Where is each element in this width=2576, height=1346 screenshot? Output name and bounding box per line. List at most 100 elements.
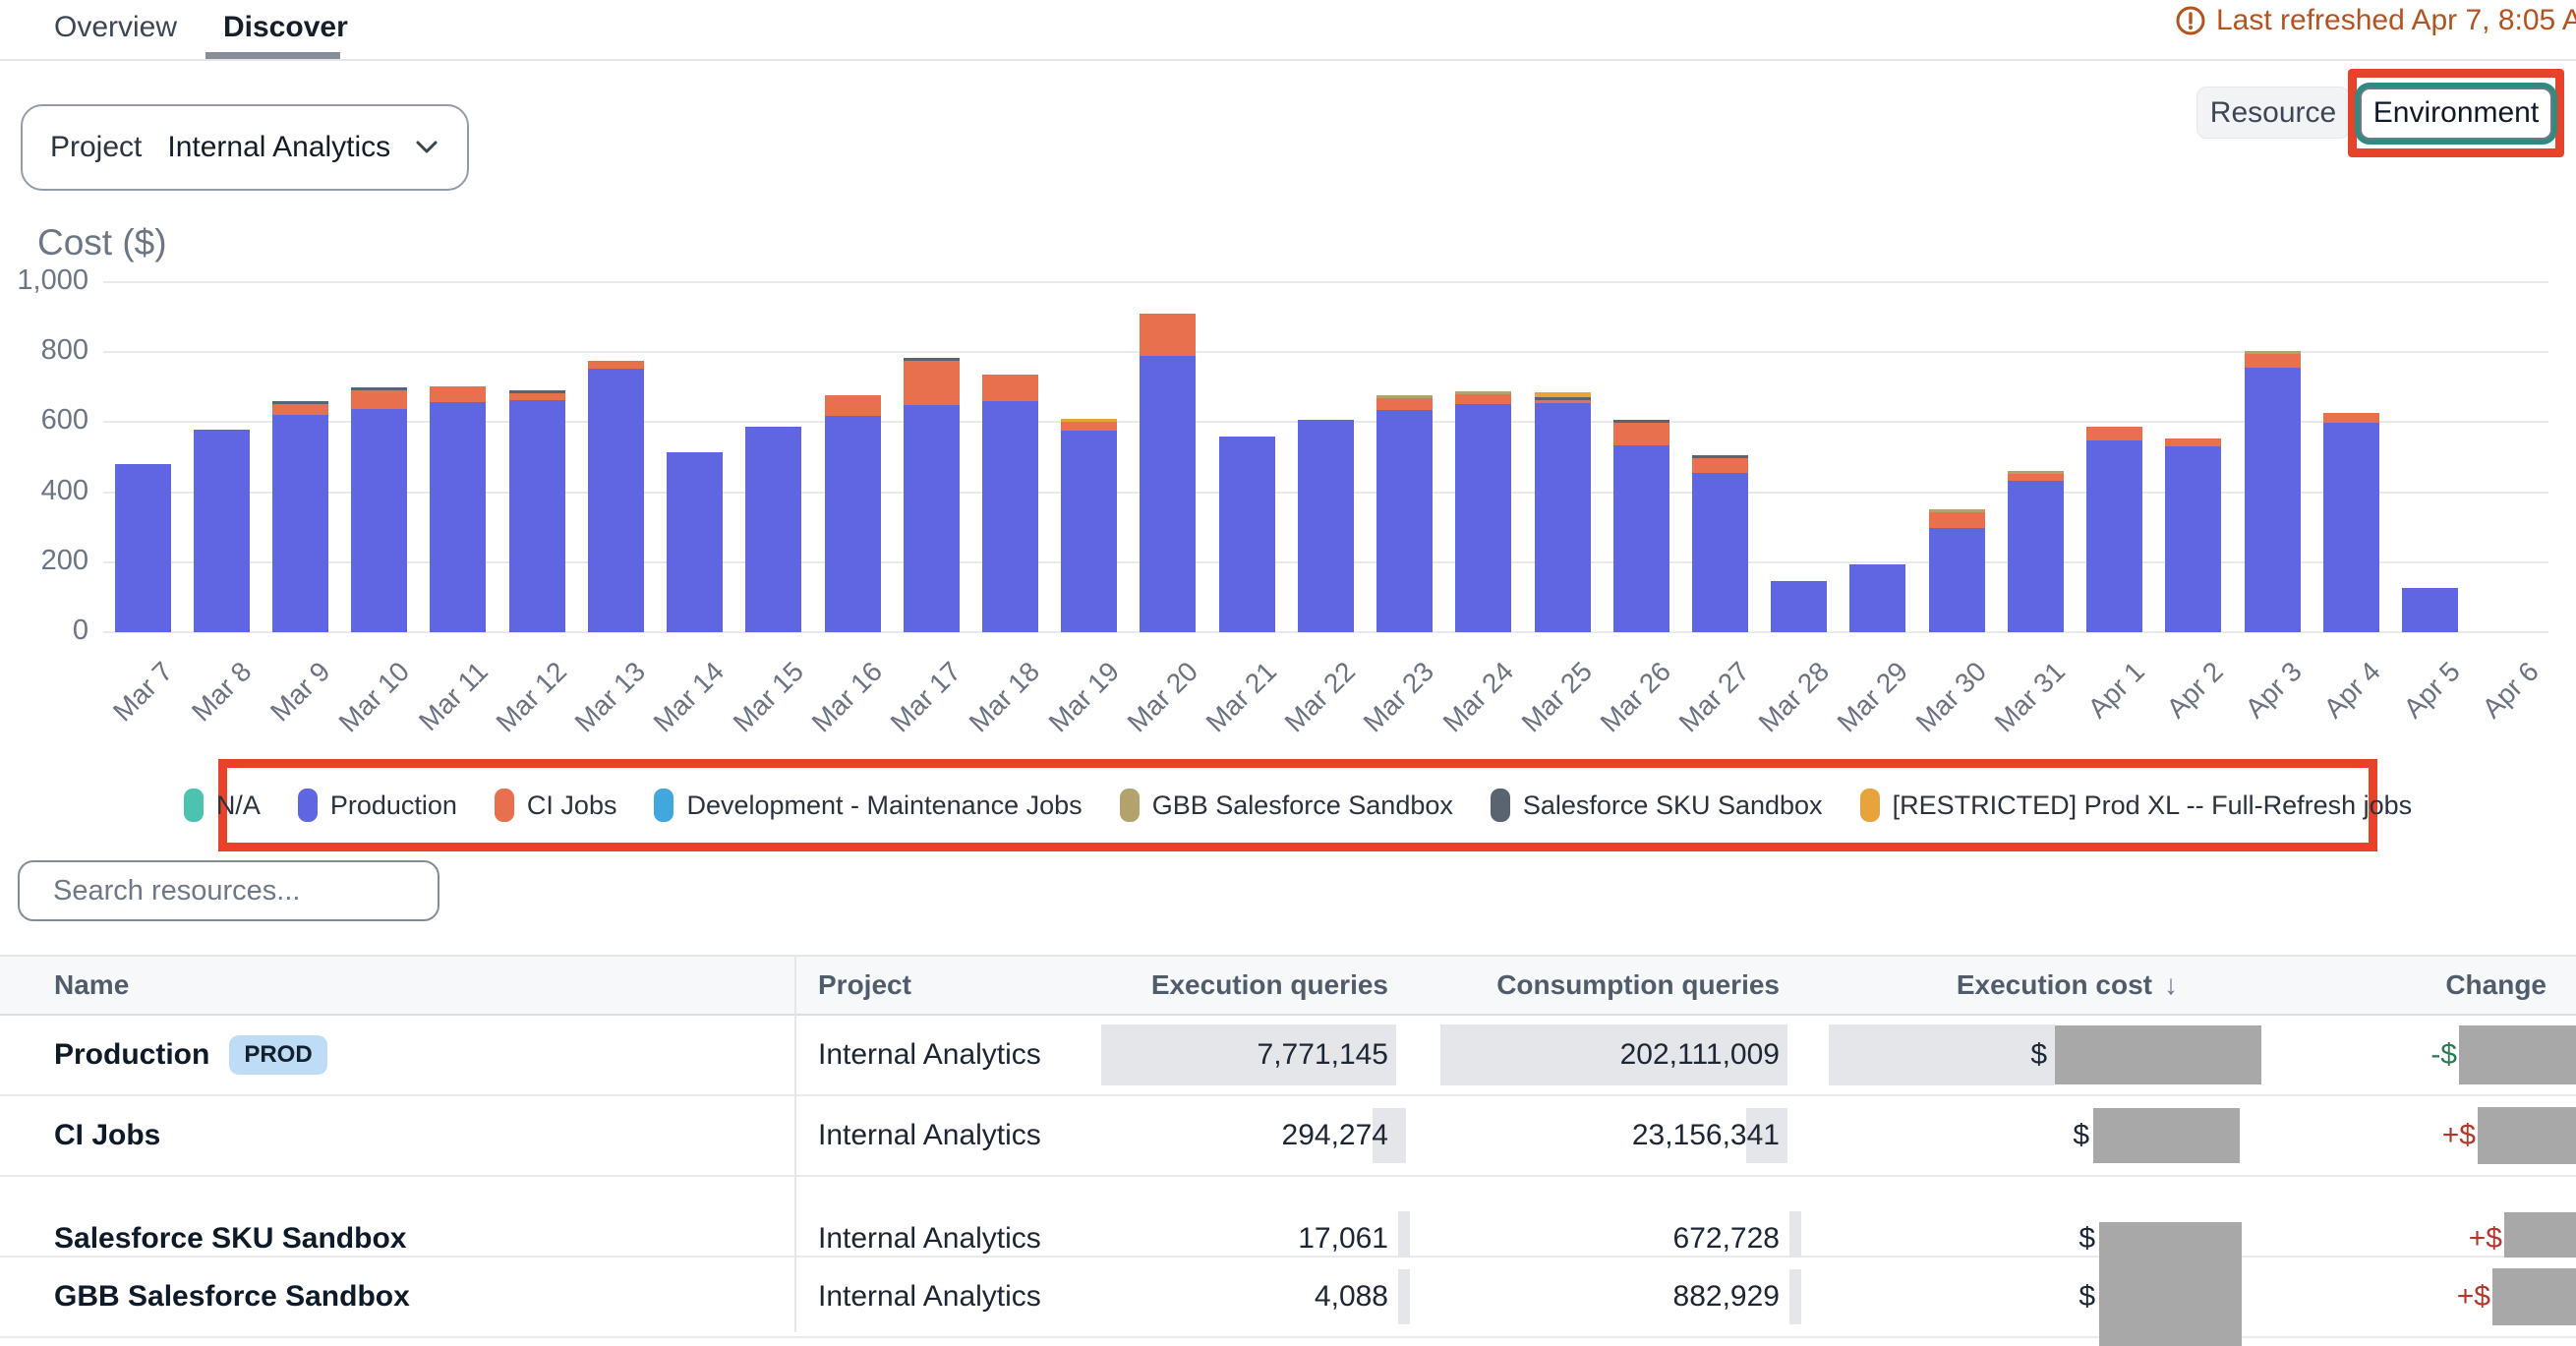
stacked-bar-mar-30[interactable] — [1929, 509, 1985, 632]
legend-item--restricted-prod-xl-full-refresh-jobs[interactable]: [RESTRICTED] Prod XL -- Full-Refresh job… — [1860, 789, 2413, 822]
stacked-bar-mar-23[interactable] — [1376, 395, 1433, 632]
bar-slot-apr-5 — [2390, 282, 2469, 632]
x-tick-slot: Mar 16 — [813, 642, 892, 731]
bar-slot-mar-23 — [1366, 282, 1444, 632]
stacked-bar-apr-1[interactable] — [2086, 427, 2142, 632]
bar-segment — [982, 375, 1038, 401]
column-header-project[interactable]: Project — [794, 969, 1101, 1001]
stacked-bar-mar-22[interactable] — [1298, 420, 1354, 632]
bar-segment — [430, 386, 486, 402]
stacked-bar-mar-28[interactable] — [1771, 581, 1827, 632]
column-header-consumption-queries[interactable]: Consumption queries — [1396, 969, 1787, 1001]
table-row-production[interactable]: ProductionPRODInternal Analytics7,771,14… — [0, 1016, 2576, 1096]
stacked-bar-mar-12[interactable] — [509, 390, 565, 632]
table-row-salesforce-sku-sandbox[interactable]: Salesforce SKU SandboxInternal Analytics… — [0, 1177, 2576, 1258]
column-header-execution-cost[interactable]: Execution cost↓ — [1787, 969, 2271, 1001]
legend-label: N/A — [216, 790, 261, 821]
bar-segment — [2165, 439, 2221, 446]
bar-segment — [1061, 422, 1117, 431]
stacked-bar-mar-7[interactable] — [115, 464, 171, 632]
stacked-bar-mar-11[interactable] — [430, 386, 486, 632]
bar-slot-apr-2 — [2154, 282, 2233, 632]
stacked-bar-mar-13[interactable] — [588, 361, 644, 632]
search-input[interactable] — [51, 874, 426, 908]
stacked-bar-mar-20[interactable] — [1140, 314, 1196, 632]
x-tick-slot: Mar 24 — [1444, 642, 1523, 731]
x-tick-label: Mar 29 — [1831, 656, 1913, 738]
x-tick-label: Mar 9 — [264, 656, 336, 728]
stacked-bar-apr-5[interactable] — [2402, 588, 2458, 632]
bar-slot-apr-1 — [2075, 282, 2153, 632]
x-tick-slot: Mar 28 — [1760, 642, 1839, 731]
bar-segment — [272, 404, 328, 415]
column-header-execution-queries[interactable]: Execution queries — [1101, 969, 1396, 1001]
stacked-bar-mar-18[interactable] — [982, 375, 1038, 632]
x-tick-label: Apr 3 — [2240, 656, 2309, 725]
chart-title: Cost ($) — [37, 222, 167, 263]
legend-item-ci-jobs[interactable]: CI Jobs — [495, 789, 617, 822]
column-header-change[interactable]: Change — [2271, 969, 2576, 1001]
stacked-bar-mar-17[interactable] — [904, 358, 960, 632]
bar-segment — [1298, 420, 1354, 632]
column-header-name[interactable]: Name — [0, 969, 794, 1001]
bar-segment — [1455, 404, 1511, 632]
stacked-bar-mar-24[interactable] — [1455, 391, 1511, 632]
bar-slot-mar-22 — [1286, 282, 1365, 632]
group-by-resource-button[interactable]: Resource — [2196, 87, 2350, 139]
bar-segment — [2323, 413, 2379, 423]
x-tick-slot: Mar 11 — [419, 642, 498, 731]
bar-segment — [2086, 427, 2142, 440]
legend-swatch — [654, 789, 673, 822]
stacked-bar-mar-27[interactable] — [1692, 455, 1748, 632]
group-by-environment-button[interactable]: Environment — [2360, 88, 2552, 140]
x-tick-label: Apr 4 — [2318, 656, 2387, 725]
bar-segment — [1140, 314, 1196, 356]
x-tick-label: Mar 19 — [1042, 656, 1125, 738]
x-tick-slot: Mar 22 — [1286, 642, 1365, 731]
x-tick-slot: Mar 19 — [1050, 642, 1129, 731]
stacked-bar-apr-4[interactable] — [2323, 413, 2379, 632]
x-tick-slot: Apr 4 — [2312, 642, 2390, 731]
stacked-bar-apr-2[interactable] — [2165, 439, 2221, 632]
legend-item-n-a[interactable]: N/A — [184, 789, 261, 822]
stacked-bar-apr-3[interactable] — [2245, 351, 2301, 632]
stacked-bar-mar-15[interactable] — [745, 427, 801, 632]
change-prefix: +$ — [2469, 1222, 2502, 1256]
resources-table: NameProjectExecution queriesConsumption … — [0, 955, 2576, 1338]
stacked-bar-mar-19[interactable] — [1061, 419, 1117, 632]
legend-item-salesforce-sku-sandbox[interactable]: Salesforce SKU Sandbox — [1491, 789, 1823, 822]
value-highlight-box: 202,111,009 — [1440, 1024, 1787, 1085]
cost-redaction-box — [2099, 1222, 2242, 1346]
stacked-bar-mar-8[interactable] — [194, 430, 250, 632]
stacked-bar-mar-14[interactable] — [667, 452, 723, 632]
bar-slot-apr-6 — [2470, 282, 2548, 632]
stacked-bar-mar-21[interactable] — [1219, 437, 1275, 632]
tab-discover[interactable]: Discover — [223, 10, 348, 45]
legend-item-gbb-salesforce-sandbox[interactable]: GBB Salesforce Sandbox — [1120, 789, 1453, 822]
resource-name: CI Jobs — [54, 1119, 160, 1152]
project-filter-value: Internal Analytics — [167, 131, 390, 164]
stacked-bar-mar-29[interactable] — [1849, 564, 1905, 632]
legend-item-production[interactable]: Production — [298, 789, 457, 822]
project-filter-dropdown[interactable]: Project Internal Analytics — [21, 104, 469, 191]
x-tick-label: Mar 20 — [1121, 656, 1203, 738]
stacked-bar-mar-26[interactable] — [1613, 420, 1669, 632]
legend-item-development-maintenance-jobs[interactable]: Development - Maintenance Jobs — [654, 789, 1082, 822]
x-tick-slot: Mar 31 — [1996, 642, 2075, 731]
bar-slot-mar-9 — [261, 282, 339, 632]
stacked-bar-mar-9[interactable] — [272, 401, 328, 632]
stacked-bar-mar-10[interactable] — [351, 387, 407, 632]
tab-overview[interactable]: Overview — [54, 10, 177, 45]
table-row-ci-jobs[interactable]: CI JobsInternal Analytics294,27423,156,3… — [0, 1096, 2576, 1177]
legend-label: GBB Salesforce Sandbox — [1152, 790, 1453, 821]
bar-segment — [2086, 440, 2142, 632]
table-header-row: NameProjectExecution queriesConsumption … — [0, 955, 2576, 1016]
bar-segment — [825, 416, 881, 632]
x-tick-slot: Mar 29 — [1839, 642, 1917, 731]
stacked-bar-mar-16[interactable] — [825, 395, 881, 632]
stacked-bar-mar-31[interactable] — [2008, 471, 2064, 632]
stacked-bar-mar-25[interactable] — [1535, 392, 1591, 632]
bar-segment — [588, 361, 644, 369]
bar-segment — [115, 464, 171, 632]
resource-name: Salesforce SKU Sandbox — [54, 1222, 406, 1256]
